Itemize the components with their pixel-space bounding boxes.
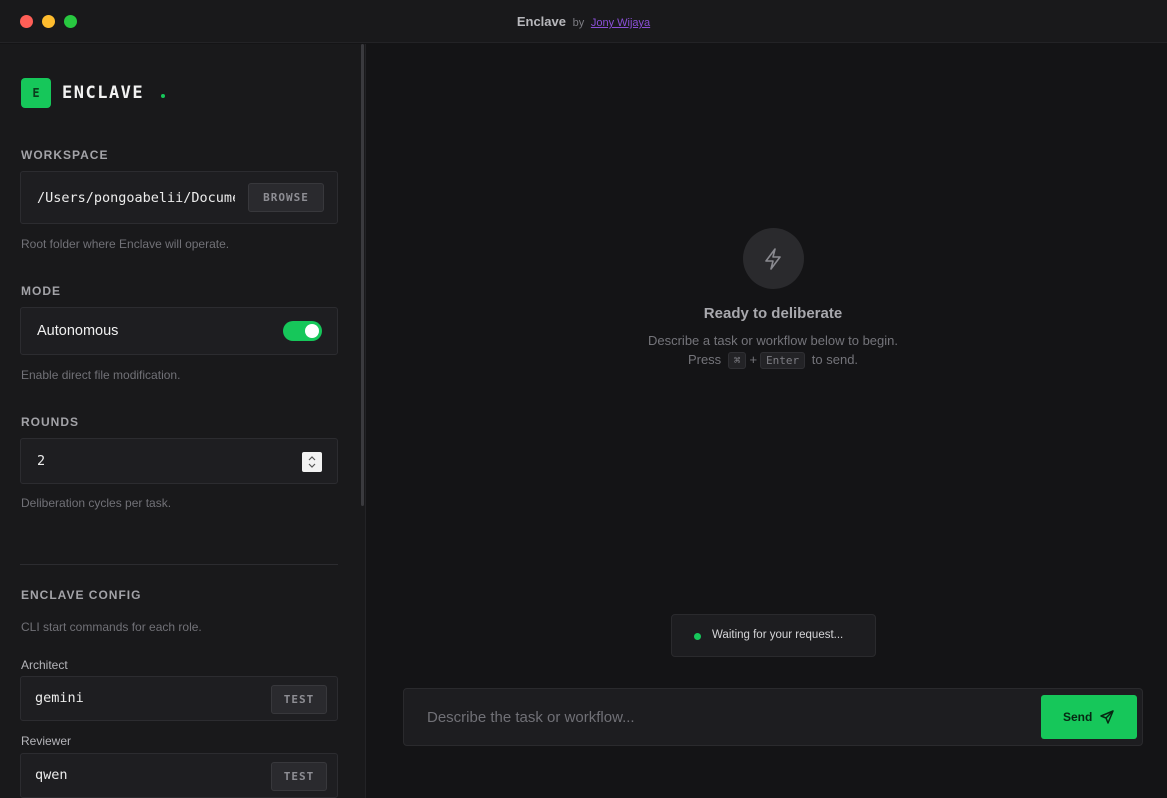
sidebar: E ENCLAVE WORKSPACE /Users/pongoabelii/D… (0, 44, 366, 798)
send-label: Send (1063, 710, 1093, 724)
status-text: Waiting for your request... (712, 629, 844, 641)
architect-label: Architect (21, 658, 68, 672)
empty-state-description: Describe a task or workflow below to beg… (647, 333, 898, 348)
workspace-label: WORKSPACE (21, 148, 109, 162)
rounds-input[interactable]: 2 (37, 453, 45, 469)
rounds-helper: Deliberation cycles per task. (21, 496, 172, 510)
window-title: Enclave by Jony Wijaya (0, 14, 1167, 29)
workspace-helper: Root folder where Enclave will operate. (21, 237, 230, 251)
config-label: ENCLAVE CONFIG (21, 588, 142, 602)
composer: Send (403, 688, 1143, 746)
status-dot-icon (694, 633, 701, 640)
enter-key: Enter (760, 352, 806, 369)
architect-command-input[interactable]: gemini (35, 690, 84, 706)
window-app-name: Enclave (516, 14, 566, 29)
logo-icon: E (21, 78, 51, 108)
press-prefix: Press (687, 352, 722, 367)
stepper-arrows-icon (308, 456, 316, 468)
status-indicator: Waiting for your request... (671, 614, 876, 657)
sidebar-scrollbar[interactable] (361, 44, 364, 506)
lightning-bolt-icon (765, 248, 781, 270)
empty-state-title: Ready to deliberate (703, 305, 843, 322)
architect-field: gemini TEST (20, 676, 338, 721)
main-panel: Ready to deliberate Describe a task or w… (367, 44, 1167, 798)
section-divider (20, 564, 338, 565)
send-shortcut-hint: Press ⌘ + Enter to send. (367, 352, 1167, 369)
toggle-knob (305, 324, 319, 338)
mode-helper: Enable direct file modification. (21, 368, 181, 382)
mode-field: Autonomous (20, 307, 338, 355)
author-link[interactable]: Jony Wijaya (591, 17, 650, 29)
config-helper: CLI start commands for each role. (21, 620, 202, 634)
logo-dot-icon (161, 94, 165, 98)
mode-label: MODE (21, 284, 61, 298)
browse-button[interactable]: BROWSE (248, 183, 324, 212)
workspace-field: /Users/pongoabelii/Documents BROWSE (20, 171, 338, 224)
autonomous-toggle[interactable] (283, 321, 322, 341)
press-suffix: to send. (811, 352, 859, 367)
cmd-key: ⌘ (727, 352, 747, 369)
mode-value: Autonomous (37, 323, 119, 339)
logo-text: ENCLAVE (62, 83, 145, 103)
reviewer-label: Reviewer (21, 734, 72, 748)
architect-test-button[interactable]: TEST (271, 685, 327, 714)
empty-state-icon (743, 228, 804, 289)
send-button[interactable]: Send (1041, 695, 1137, 739)
reviewer-test-button[interactable]: TEST (271, 762, 327, 791)
title-bar: Enclave by Jony Wijaya (0, 0, 1167, 43)
task-input[interactable] (405, 690, 1035, 744)
window-by-text: by (572, 17, 585, 29)
reviewer-command-input[interactable]: qwen (35, 767, 68, 783)
reviewer-field: qwen TEST (20, 753, 338, 798)
rounds-field: 2 (20, 438, 338, 484)
rounds-label: ROUNDS (21, 415, 80, 429)
rounds-stepper[interactable] (302, 452, 322, 472)
send-icon (1100, 710, 1114, 724)
plus-sign: + (749, 352, 758, 367)
workspace-path-input[interactable]: /Users/pongoabelii/Documents (37, 190, 235, 206)
